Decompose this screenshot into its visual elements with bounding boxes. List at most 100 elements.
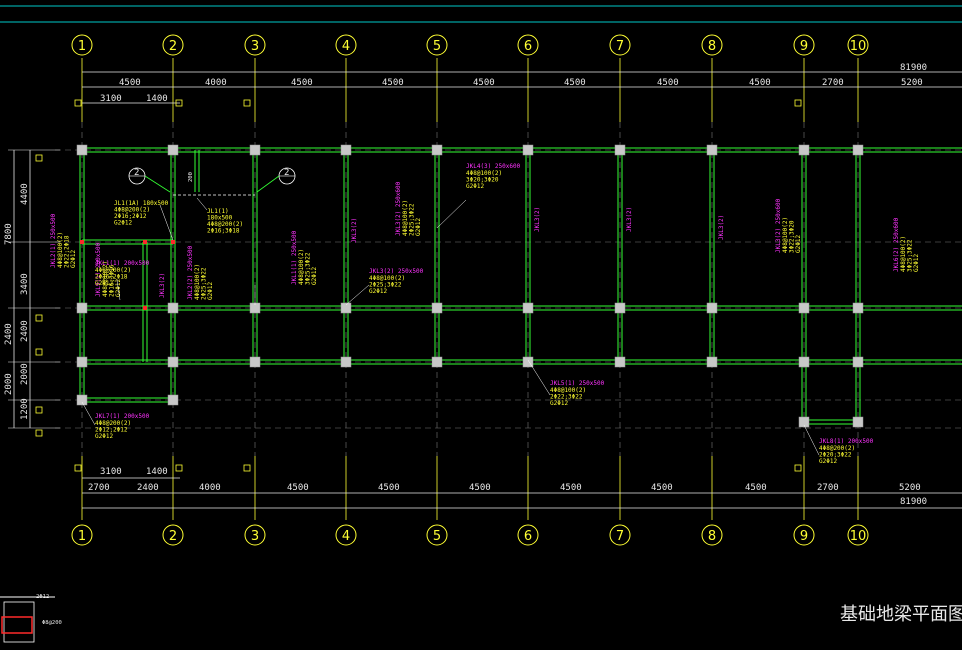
axis-stub-mark xyxy=(74,99,82,107)
beam-reinforcement-line: G2Φ12 xyxy=(95,433,113,440)
left-dim-inner-label: 2000 xyxy=(20,363,30,385)
column-square xyxy=(340,356,352,368)
bottom-dim-sub-label: 1400 xyxy=(146,467,168,477)
beam-annotation-a9: JKL3(2) 250x600 4Φ8@100(2) 3Φ22;3Φ20 G2Φ12 xyxy=(775,198,802,253)
column-square xyxy=(852,416,864,428)
beam-reinforcement-line: 2Φ16;3Φ18 xyxy=(207,228,240,235)
left-dim-inner-label: 4400 xyxy=(20,183,30,205)
top-dim-total: 81900 xyxy=(900,63,927,73)
bottom-dim-label: 4500 xyxy=(745,483,767,493)
legend-section-box xyxy=(3,601,35,643)
beam-code-label: JKL2(2) 250x500 xyxy=(187,245,194,300)
legend-bottom-label: 2Φ12 xyxy=(36,594,49,600)
column-square xyxy=(249,144,261,156)
beam-code-label: JKL3(2) xyxy=(534,207,541,232)
row-stub-mark xyxy=(35,429,43,437)
beam-code-label: JKL1(1) 200x500 xyxy=(95,260,150,267)
top-dim-sub-label: 1400 xyxy=(146,94,168,104)
axis-bubble-label: 4 xyxy=(342,529,350,544)
column-square xyxy=(167,144,179,156)
bottom-dim-label: 4000 xyxy=(199,483,221,493)
bottom-dim-label: 4500 xyxy=(287,483,309,493)
beam-code-label: JKL3(2) 250x600 xyxy=(395,181,402,236)
axis-bubble-label: 8 xyxy=(708,39,716,54)
beam-annotation-a12: JKL7(1) 200x5004Φ8@200(2)2Φ12;2Φ12G2Φ12 xyxy=(95,413,150,440)
beam-annotation-a1: JL1(1A) 180x5004Φ8@200(2)2Φ16;2Φ12G2Φ12 xyxy=(114,200,169,227)
column-square xyxy=(798,356,810,368)
row-stub-mark xyxy=(35,154,43,162)
section-pointer xyxy=(256,175,280,193)
axis-bubble-label: 7 xyxy=(616,39,624,54)
axis-bubble-label: 9 xyxy=(800,39,808,54)
left-dim-inner-label: 1200 xyxy=(20,398,30,420)
bottom-dim-total: 81900 xyxy=(900,497,927,507)
beam-annotation-a5: JKL3(2) 250x5004Φ8@100(2)2Φ25;3Φ22G2Φ12 xyxy=(369,268,424,295)
beam-reinforcement-line: G2Φ12 xyxy=(795,235,802,253)
axis-bubble-label: 9 xyxy=(800,529,808,544)
top-dim-label: 4500 xyxy=(291,78,313,88)
beam-reinforcement-line: G2Φ12 xyxy=(70,250,77,268)
beam-annotation-a20: JKL3(2) xyxy=(159,273,166,298)
column-square xyxy=(431,144,443,156)
row-stub-mark xyxy=(35,406,43,414)
column-square xyxy=(706,356,718,368)
column-square xyxy=(522,302,534,314)
column-square xyxy=(76,302,88,314)
beam-reinforcement-line: G2Φ12 xyxy=(466,183,484,190)
beam-reinforcement-line: G2Φ12 xyxy=(311,267,318,285)
axis-bubble-label: 2 xyxy=(169,529,177,544)
axis-bubble-label: 1 xyxy=(78,39,86,54)
column-square xyxy=(852,144,864,156)
column-square xyxy=(431,302,443,314)
leader-line xyxy=(345,284,370,306)
beam-reinforcement-line: G2Φ12 xyxy=(913,254,920,272)
column-square xyxy=(340,144,352,156)
leader-line xyxy=(81,401,96,426)
beam-annotation-a14: JKL2(2) 250x500 4Φ8@100(2) 2Φ25;3Φ22 G2Φ12 xyxy=(187,245,214,300)
left-dim-outer-label: 7800 xyxy=(4,223,14,245)
column-square xyxy=(249,356,261,368)
axis-stub-mark xyxy=(74,464,82,472)
column-square xyxy=(76,144,88,156)
beam-code-label: JKL8(1) 200x500 xyxy=(819,438,874,445)
dim-200-label: 200 xyxy=(188,172,194,182)
leader-line xyxy=(196,197,208,211)
beam-annotation-a13: JKL8(1) 200x5004Φ8@200(2)2Φ20;3Φ22G2Φ12 xyxy=(819,438,874,465)
section-pointer xyxy=(144,175,171,193)
axis-bubble-label: 3 xyxy=(251,529,259,544)
beam-annotation-a17: JKL3(2) xyxy=(534,207,541,232)
beam-annotation-a6: JKL3(2) 250x600 4Φ8@100(2) 2Φ25;3Φ22 G2Φ12 xyxy=(395,181,422,236)
top-dim-label: 4500 xyxy=(473,78,495,88)
axis-bubble-label: 6 xyxy=(524,529,532,544)
red-joint-mark xyxy=(143,240,147,244)
section-mark-number: 2 xyxy=(134,168,139,178)
beam-code-label: JKL3(2) 250x500 xyxy=(369,268,424,275)
beam-code-label: JKL3(2) 250x600 xyxy=(775,198,782,253)
beam-code-label: JKL7(1) 200x500 xyxy=(95,413,150,420)
axis-stub-mark xyxy=(243,464,251,472)
bottom-dim-label: 2700 xyxy=(88,483,110,493)
axis-bubble-label: 5 xyxy=(433,529,441,544)
bottom-dim-label: 4500 xyxy=(378,483,400,493)
axis-bubble-label: 6 xyxy=(524,39,532,54)
bottom-dim-label: 5200 xyxy=(899,483,921,493)
leader-line xyxy=(803,424,820,456)
column-square xyxy=(167,394,179,406)
beam-annotation-a18: JKL3(2) xyxy=(626,207,633,232)
bottom-dim-label: 4500 xyxy=(651,483,673,493)
column-square xyxy=(798,144,810,156)
column-square xyxy=(76,356,88,368)
row-stub-mark xyxy=(35,314,43,322)
annotation-layer: JL1(1A) 180x5004Φ8@200(2)2Φ16;2Φ12G2Φ12 J… xyxy=(50,163,920,465)
left-dim-outer-label: 2400 xyxy=(4,323,14,345)
beam-code-label: JKL6(2) 250x600 xyxy=(893,217,900,272)
red-joint-mark xyxy=(143,306,147,310)
beam-code-label: JKL3(2) xyxy=(718,215,725,240)
column-square xyxy=(167,356,179,368)
row-stub-mark xyxy=(35,348,43,356)
legend-right-label: Φ8@200 xyxy=(42,620,62,626)
bottom-dim-label: 4500 xyxy=(469,483,491,493)
bottom-dim-label: 4500 xyxy=(560,483,582,493)
foundation-beam-plan-drawing: 4500 4000 4500 4500 4500 4500 4500 4500 2700 5200… xyxy=(0,5,962,643)
section-mark-number: 2 xyxy=(284,168,289,178)
